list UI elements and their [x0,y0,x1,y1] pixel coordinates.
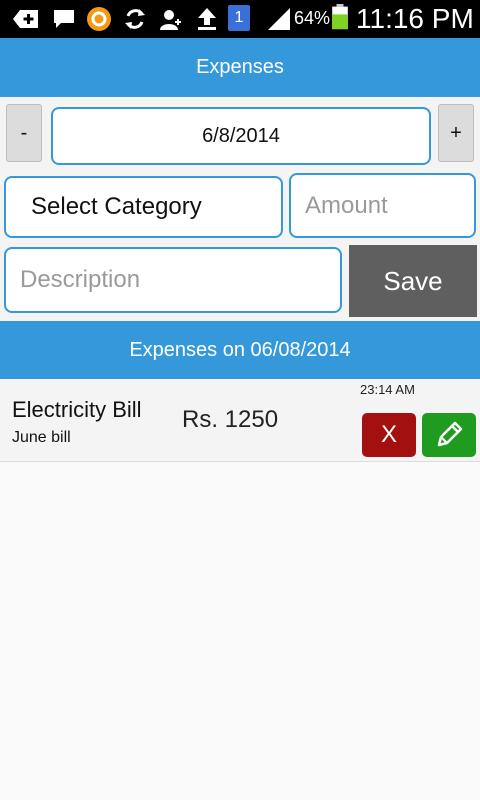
list-header-text: Expenses on 06/08/2014 [129,339,351,361]
date-increment-button[interactable]: + [438,104,474,162]
status-bar: 1 64% 11:16 PM [0,0,480,38]
person-add-icon [160,10,181,30]
expense-amount: Rs. 1250 [182,406,279,433]
expense-title: Electricity Bill [12,397,142,422]
expenses-list-header: Expenses on 06/08/2014 [0,321,480,379]
delete-expense-button[interactable]: X [362,413,416,457]
save-button[interactable]: Save [349,245,477,317]
sync-icon [125,9,145,29]
notification-badge: 1 [234,9,244,26]
signal-icon [268,8,290,30]
chat-icon [54,10,74,28]
battery-percent: 64% [294,8,331,28]
upload-icon [198,8,216,30]
clock: 11:16 PM [356,3,474,34]
pencil-icon [437,421,463,447]
document-badge-icon: 1 [228,5,250,31]
app-title-bar: Expenses [0,38,480,97]
expense-note: June bill [12,429,71,446]
empty-list-area [0,462,480,800]
battery-icon [332,4,348,30]
date-decrement-button[interactable]: - [6,104,42,162]
page-title: Expenses [196,56,284,78]
list-item[interactable]: Electricity Bill June bill Rs. 1250 23:1… [0,379,480,462]
back-plus-icon [13,10,38,28]
expense-time: 23:14 AM [360,382,415,397]
orange-app-icon [87,7,111,31]
category-select[interactable]: Select Category [4,176,283,238]
description-input[interactable]: Description [4,247,342,313]
date-field[interactable]: 6/8/2014 [51,107,431,165]
edit-expense-button[interactable] [422,413,476,457]
amount-input[interactable]: Amount [289,173,476,238]
